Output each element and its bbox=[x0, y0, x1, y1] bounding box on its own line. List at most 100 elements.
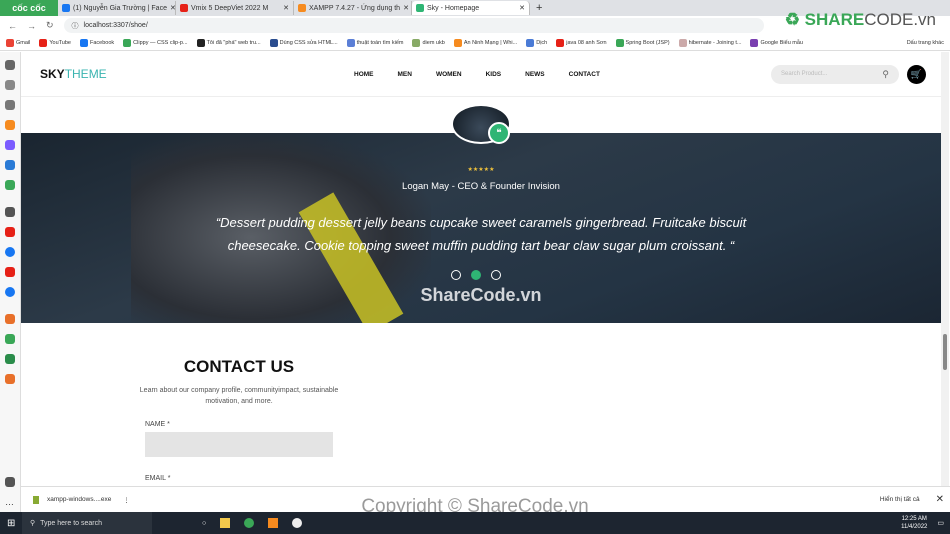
download-item[interactable]: xampp-windows....exe bbox=[47, 496, 111, 503]
other-bookmarks[interactable]: Dấu trang khác bbox=[907, 40, 944, 46]
windows-start-icon[interactable]: ⊞ bbox=[7, 518, 15, 529]
back-icon[interactable]: ← bbox=[8, 21, 17, 31]
bookmark-icon bbox=[346, 38, 355, 47]
bookmark-item[interactable]: Dịch bbox=[526, 38, 547, 47]
history-icon[interactable] bbox=[5, 80, 15, 90]
rating-stars: ★★★★★ bbox=[467, 167, 495, 173]
time: 12:25 AM bbox=[901, 516, 927, 522]
scroll-thumb[interactable] bbox=[943, 334, 947, 370]
bookmark-icon bbox=[615, 38, 624, 47]
search-icon[interactable]: ⚲ bbox=[882, 69, 889, 80]
messenger-icon[interactable] bbox=[5, 140, 15, 150]
cart-button[interactable]: 🛒 bbox=[907, 64, 926, 84]
bookmark-item[interactable]: Gmail bbox=[6, 38, 30, 47]
bookmark-icon bbox=[412, 38, 421, 47]
tab-label: Sky - Homepage bbox=[427, 4, 480, 12]
coccoc-icon[interactable] bbox=[244, 518, 255, 528]
settings-icon[interactable] bbox=[5, 60, 15, 70]
bookmark-item[interactable]: Google Biểu mẫu bbox=[750, 38, 803, 47]
url-input[interactable]: ⓘ localhost:3307/shoe/ bbox=[63, 18, 764, 33]
forward-icon[interactable]: → bbox=[27, 21, 36, 31]
bookmark-item[interactable]: Facebook bbox=[80, 38, 114, 47]
shop-icon[interactable] bbox=[5, 334, 15, 344]
slider-dot[interactable] bbox=[491, 270, 501, 280]
name-input[interactable] bbox=[145, 432, 333, 457]
app-icon[interactable] bbox=[292, 518, 303, 528]
bookmark-item[interactable]: Tôi đã "phá" web tru... bbox=[196, 38, 261, 47]
task-view-icon[interactable]: ○ bbox=[202, 520, 206, 527]
nav-news[interactable]: NEWS bbox=[525, 71, 545, 78]
show-all-link[interactable]: Hiển thị tất cả bbox=[880, 496, 920, 503]
bookmark-icon bbox=[750, 38, 759, 47]
game-icon[interactable] bbox=[5, 354, 15, 364]
reload-icon[interactable]: ↻ bbox=[46, 20, 54, 31]
bookmark-item[interactable]: java 08 anh Sơn bbox=[556, 38, 607, 47]
nav-contact[interactable]: CONTACT bbox=[569, 71, 600, 78]
site-header: SKYTHEME HOME MEN WOMEN KIDS NEWS CONTAC… bbox=[21, 52, 941, 97]
xampp-icon[interactable] bbox=[268, 518, 279, 528]
game-icon[interactable] bbox=[5, 180, 15, 190]
site-logo[interactable]: SKYTHEME bbox=[40, 67, 107, 81]
add-icon[interactable] bbox=[5, 207, 15, 217]
close-icon[interactable]: ✕ bbox=[936, 494, 944, 505]
slider-dot-active[interactable] bbox=[471, 270, 481, 280]
url-text: localhost:3307/shoe/ bbox=[83, 22, 148, 29]
tab-vmix[interactable]: Vmix 5 DeepViet 2022 M ✕ bbox=[176, 1, 294, 15]
more-icon[interactable]: … bbox=[5, 497, 15, 507]
facebook-icon[interactable] bbox=[5, 287, 15, 297]
bookmark-item[interactable]: diem ukb bbox=[412, 38, 445, 47]
tab-sky-homepage[interactable]: Sky - Homepage ✕ bbox=[412, 1, 530, 15]
bookmark-label: Google Biểu mẫu bbox=[760, 39, 803, 46]
bookmarks-bar: Gmail YouTube Facebook Clippy — CSS clip-p.… bbox=[0, 35, 950, 51]
close-icon[interactable]: ✕ bbox=[403, 4, 409, 12]
contact-title: CONTACT US bbox=[183, 357, 295, 376]
close-icon[interactable]: ✕ bbox=[519, 4, 525, 12]
nav-women[interactable]: WOMEN bbox=[436, 71, 462, 78]
nav-kids[interactable]: KIDS bbox=[486, 71, 502, 78]
web-page: SKYTHEME HOME MEN WOMEN KIDS NEWS CONTAC… bbox=[21, 52, 941, 486]
bookmark-item[interactable]: Clippy — CSS clip-p... bbox=[123, 38, 188, 47]
bookmark-item[interactable]: Dùng CSS sửa HTML... bbox=[269, 38, 338, 47]
taskbar-search[interactable]: ⚲ Type here to search bbox=[22, 512, 152, 534]
youtube-icon[interactable] bbox=[5, 227, 15, 237]
bookmark-icon bbox=[526, 38, 535, 47]
shop-icon[interactable] bbox=[5, 374, 15, 384]
clock[interactable]: 12:25 AM 11/4/2022 bbox=[901, 515, 927, 531]
search-input[interactable]: Search Product... ⚲ bbox=[771, 64, 899, 84]
close-icon[interactable]: ✕ bbox=[170, 4, 175, 12]
file-explorer-icon[interactable] bbox=[220, 518, 231, 528]
extension-icon[interactable] bbox=[5, 120, 15, 130]
tab-xampp[interactable]: XAMPP 7.4.27 - Ứng dụng th ✕ bbox=[294, 1, 412, 15]
facebook-icon[interactable] bbox=[5, 247, 15, 257]
bookmark-icon bbox=[39, 38, 48, 47]
close-icon[interactable]: ✕ bbox=[283, 4, 289, 12]
notification-center-icon[interactable]: ▭ bbox=[937, 519, 944, 527]
tab-facebook[interactable]: (1) Nguyễn Gia Trường | Face ✕ bbox=[58, 1, 176, 15]
facebook-icon bbox=[62, 4, 70, 12]
tab-label: XAMPP 7.4.27 - Ứng dụng th bbox=[309, 4, 401, 12]
scrollbar[interactable] bbox=[941, 52, 949, 486]
new-tab-icon[interactable]: + bbox=[536, 2, 542, 14]
chart-icon[interactable] bbox=[5, 160, 15, 170]
slider-dot[interactable] bbox=[451, 270, 461, 280]
bookmark-icon bbox=[6, 38, 14, 47]
browser-brand[interactable]: cốc cốc bbox=[0, 0, 58, 16]
bookmark-item[interactable]: YouTube bbox=[39, 38, 71, 47]
bookmark-label: diem ukb bbox=[422, 39, 445, 46]
nav-home[interactable]: HOME bbox=[354, 71, 374, 78]
bookmark-item[interactable]: hibernate - Joining t... bbox=[678, 38, 741, 47]
notification-icon[interactable] bbox=[5, 477, 15, 487]
file-icon bbox=[33, 495, 39, 504]
bookmark-icon bbox=[196, 38, 205, 47]
nav-men[interactable]: MEN bbox=[398, 71, 412, 78]
bookmark-item[interactable]: An Ninh Mạng | Whi... bbox=[453, 38, 517, 47]
bookmark-item[interactable]: thuật toán tìm kiếm bbox=[346, 38, 403, 47]
youtube-icon[interactable] bbox=[5, 267, 15, 277]
notes-icon[interactable] bbox=[5, 100, 15, 110]
site-icon bbox=[416, 4, 424, 12]
shop-icon[interactable] bbox=[5, 314, 15, 324]
contact-section: CONTACT US Learn about our company profi… bbox=[139, 357, 339, 407]
bookmark-item[interactable]: Spring Boot (JSP) bbox=[615, 38, 670, 47]
more-options-icon[interactable]: ⋮ bbox=[123, 496, 130, 504]
search-placeholder: Search Product... bbox=[781, 71, 828, 77]
